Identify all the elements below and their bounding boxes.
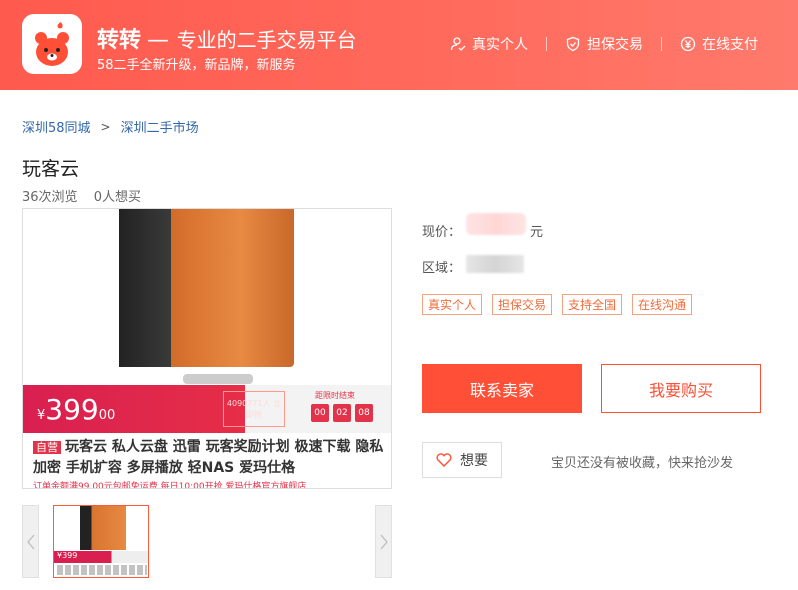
self-operated-tag: 自营 [33,441,61,454]
feature-label: 在线支付 [702,37,758,53]
brand-dash: — [147,28,170,53]
contact-seller-button[interactable]: 联系卖家 [422,364,582,413]
breadcrumb-city-link[interactable]: 深圳58同城 [22,117,91,136]
view-count: 36次浏览 [22,190,78,205]
brand-name: 转转 [97,28,142,53]
chevron-right-icon: > [100,119,111,134]
want-label: 想要 [460,453,488,469]
countdown: 00 02 08 [311,404,373,422]
price-value: 399 [45,393,99,426]
price-label: 现价： [422,225,462,240]
countdown-hours: 00 [311,404,329,422]
heart-icon [436,453,452,467]
tag-online-chat: 在线沟通 [632,294,693,315]
buy-now-button[interactable]: 我要购买 [601,364,761,413]
thumb-device [80,506,126,550]
breadcrumb: 深圳58同城 > 深圳二手市场 [22,117,199,137]
price-unit: 元 [530,225,544,240]
feature-label: 担保交易 [587,37,643,53]
favorite-hint: 宝贝还没有被收藏，快来抢沙发 [551,456,734,471]
device-base [183,374,253,384]
divider [546,37,547,51]
breadcrumb-market-link[interactable]: 深圳二手市场 [121,117,199,136]
thumbnail-selected[interactable]: ¥399 [53,505,149,578]
promo-footnote: 订单金额满99.00元包邮免运费 每日10:00开抢 爱玛仕格官方旗舰店 [33,482,307,489]
thumb-prev-button[interactable] [22,505,39,578]
region-label: 区域： [422,261,462,276]
thumb-text [57,565,147,575]
thumb-next-button[interactable] [375,505,392,578]
brand-title: 转转 — 专业的二手交易平台 [97,22,357,54]
header-features: 真实个人 担保交易 在线支付 [450,34,758,54]
promo-box: 4090771人 立即抢 [223,391,285,427]
promo-price: ¥39900 [37,393,115,426]
feature-label: 真实个人 [472,37,528,53]
shield-check-icon [566,36,580,52]
product-title: 玩客云 [22,158,80,180]
countdown-title: 距限时结束 [315,391,355,400]
device-side [119,209,171,367]
countdown-minutes: 02 [333,404,351,422]
countdown-seconds: 08 [355,404,373,422]
brand-subline: 58二手全新升级，新品牌，新服务 [97,58,296,73]
product-stats: 36次浏览 0人想买 [22,186,141,205]
tag-guarantee: 担保交易 [492,294,553,315]
yen-circle-icon [680,36,696,52]
brand-slogan: 专业的二手交易平台 [176,28,357,52]
tag-real-person: 真实个人 [422,294,483,315]
want-button[interactable]: 想要 [422,442,502,478]
want-count: 0人想买 [93,190,141,205]
promo-description: 自营 玩客云 私人云盘 迅雷 玩客奖励计划 极速下载 隐私加密 手机扩容 多屏播放… [33,437,388,478]
feature-online-pay: 在线支付 [680,34,758,54]
chevron-left-icon [26,534,34,549]
divider [661,37,662,51]
thumb-price: ¥399 [57,551,78,560]
tag-nationwide: 支持全国 [562,294,623,315]
product-main-image[interactable]: ¥39900 4090771人 立即抢 距限时结束 00 02 08 自营 玩客云… [22,208,392,489]
region-redacted [466,255,524,273]
feature-guarantee: 担保交易 [565,34,643,54]
price-decimal: 00 [98,408,116,423]
site-header: 转转 — 专业的二手交易平台 58二手全新升级，新品牌，新服务 真实个人 担保交易 [0,0,798,90]
chevron-right-icon [380,534,388,549]
service-tags: 真实个人 担保交易 支持全国 在线沟通 [422,294,693,315]
user-check-icon [450,37,466,51]
price-redacted [466,213,526,235]
feature-real-person: 真实个人 [450,34,528,54]
promo-description-text: 玩客云 私人云盘 迅雷 玩客奖励计划 极速下载 隐私加密 手机扩容 多屏播放 轻… [33,439,384,476]
zhuanzhuan-logo[interactable] [22,14,82,74]
bear-logo-icon [35,22,69,66]
